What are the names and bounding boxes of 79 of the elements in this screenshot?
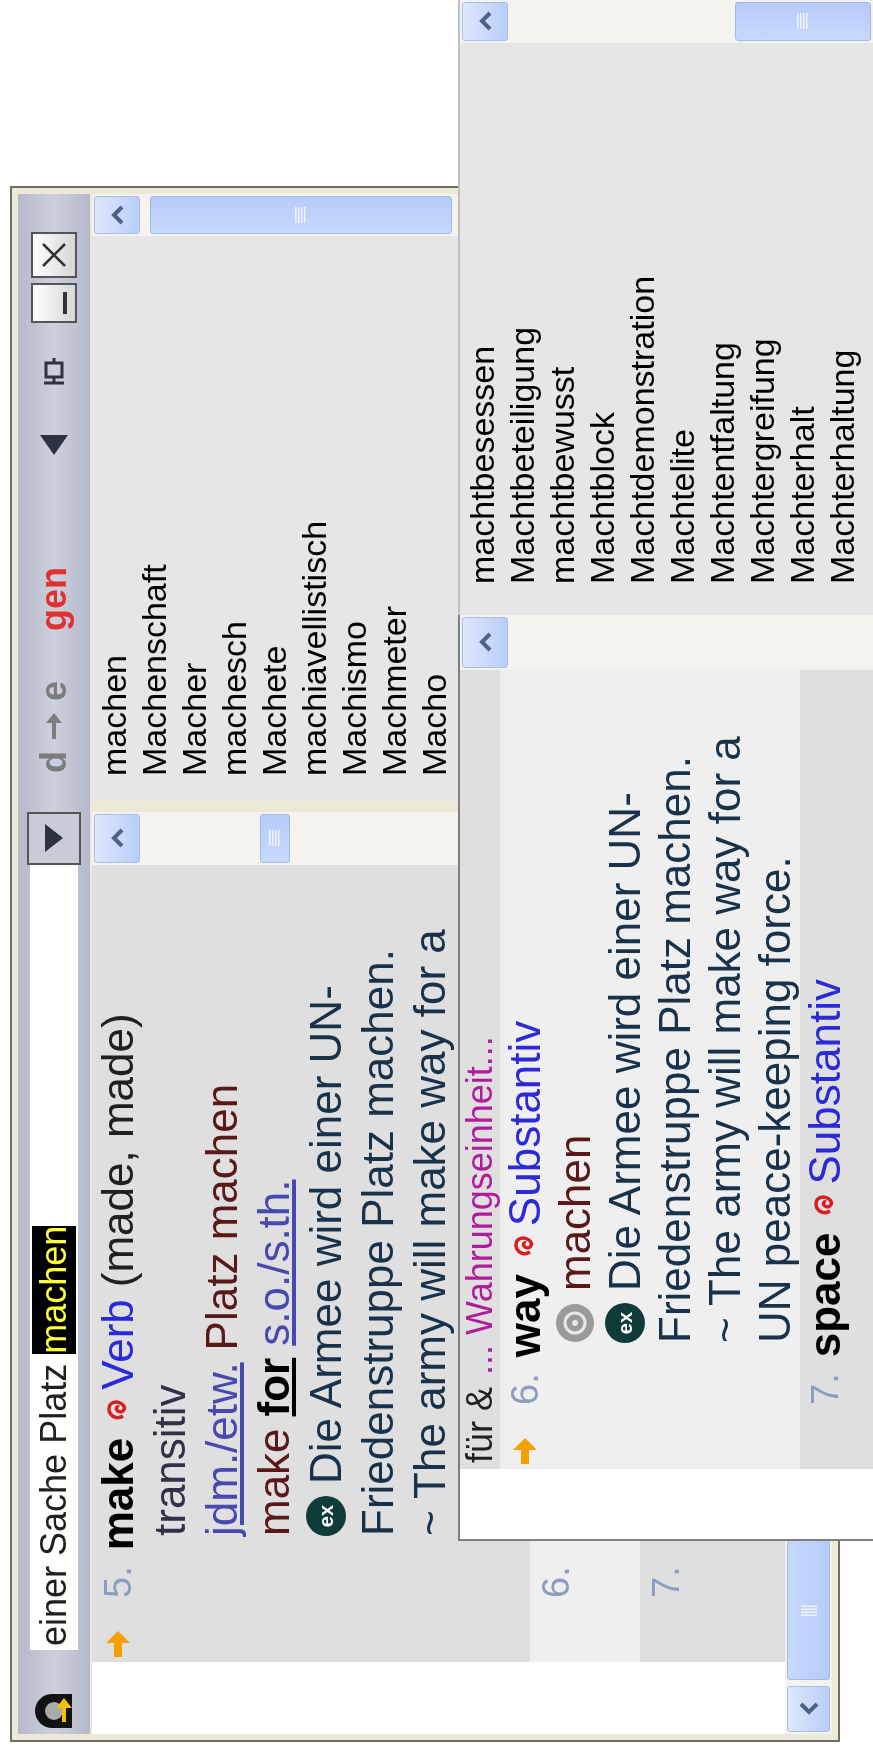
word-list-item[interactable]: Machete <box>254 236 294 776</box>
grip-icon <box>800 1604 817 1616</box>
word-list-item[interactable]: Machenschaft <box>134 236 174 776</box>
word-list-item[interactable]: machen <box>94 236 134 776</box>
search-field[interactable]: einer Sache Platz machen <box>30 865 78 1650</box>
word-list-item[interactable]: Machtentfaltung <box>702 43 742 584</box>
scrollbar[interactable] <box>92 194 458 236</box>
headword: space <box>803 1232 847 1358</box>
minimize-button[interactable] <box>31 282 77 323</box>
text-selection: machen <box>32 1225 76 1354</box>
entry-text: Die Armee wird einer UN- <box>603 792 647 1291</box>
circle-dot-icon <box>555 1303 595 1343</box>
grip-icon <box>269 830 281 847</box>
entry-text: transitiv <box>148 1384 192 1536</box>
scrollbar-thumb[interactable] <box>787 1540 830 1680</box>
example-badge: ex <box>605 1303 645 1343</box>
scroll-arrow-button[interactable] <box>462 2 508 41</box>
scrollbar[interactable] <box>785 1538 832 1734</box>
scroll-arrow-button[interactable] <box>94 196 140 234</box>
entry-number: 7. <box>806 1373 844 1405</box>
entry-text: ~ The army will make way for a <box>408 929 452 1536</box>
word-list-item[interactable]: Machtergreifung <box>742 43 782 584</box>
headword: make <box>96 1437 140 1551</box>
scroll-arrow-button[interactable] <box>462 617 508 668</box>
entry-number: 6. <box>506 1373 544 1405</box>
scrollbar[interactable] <box>460 0 873 43</box>
headword: way <box>503 1274 547 1358</box>
grip-icon <box>295 207 307 223</box>
scrollbar[interactable] <box>92 812 458 865</box>
word-list-item[interactable]: machesch <box>214 236 254 776</box>
grip-icon <box>797 13 809 30</box>
example-badge: ex <box>306 1496 346 1536</box>
entry-text: Friedenstruppe Platz machen. <box>653 756 697 1343</box>
scrollbar-thumb[interactable] <box>260 814 290 863</box>
part-of-speech-link[interactable]: Substantiv <box>503 1020 547 1227</box>
scroll-arrow-button[interactable] <box>787 1686 830 1732</box>
word-list-item[interactable]: machiavellistisch <box>294 236 334 776</box>
entry-text: Friedenstruppe Platz machen. <box>356 949 400 1536</box>
part-of-speech-link[interactable]: Substantiv <box>803 979 847 1185</box>
scrollbar-thumb[interactable] <box>735 2 871 41</box>
entry-text: ... Wahrungseinheit... <box>462 1036 498 1375</box>
word-list-item[interactable]: Machterhalt <box>782 43 822 584</box>
entry-text: machen <box>553 1134 597 1291</box>
word-list-item[interactable]: Machtelite <box>662 43 702 584</box>
dropdown-button[interactable] <box>27 812 81 865</box>
word-list-item[interactable]: Machterhaltung <box>822 43 862 584</box>
word-list-item[interactable]: Machtbeteiligung <box>502 43 542 584</box>
entry-text: Platz machen <box>200 1083 244 1351</box>
word-list-item[interactable]: Machtblock <box>582 43 622 584</box>
language-label: d <box>32 751 75 773</box>
scrollbar-thumb[interactable] <box>150 196 452 234</box>
entry-text: for <box>252 1357 296 1417</box>
close-button[interactable] <box>31 231 77 278</box>
word-list-item[interactable]: machtbewusst <box>542 43 582 584</box>
entry-text: für & <box>462 1386 498 1463</box>
entry-number: 6. <box>537 1566 575 1598</box>
term-link[interactable]: jdm./etw. <box>200 1362 244 1536</box>
word-list-item[interactable]: Machtdemonstration <box>622 43 662 584</box>
entry-number: 5. <box>99 1566 137 1598</box>
part-of-speech-link[interactable]: Verb <box>96 1299 140 1390</box>
result-row[interactable]: 7. space Substantiv <box>800 670 873 1469</box>
verb-forms: (made, made) <box>96 1013 140 1288</box>
scroll-arrow-button[interactable] <box>94 814 140 863</box>
scrollbar[interactable] <box>460 615 873 670</box>
entry-text: Die Armee wird einer UN- <box>304 985 348 1484</box>
entry-text: UN peace-keeping force. <box>753 856 797 1343</box>
language-label: e <box>32 680 75 701</box>
term-link[interactable]: s.o./s.th. <box>252 1179 296 1346</box>
word-list-item[interactable]: Macho <box>414 236 454 776</box>
close-icon <box>41 241 67 268</box>
word-list-item[interactable]: Machmeter <box>374 236 414 776</box>
minimize-icon <box>63 291 67 314</box>
result-row[interactable]: für & ... Wahrungseinheit... <box>460 670 500 1469</box>
entry-text: make <box>252 1428 296 1536</box>
word-list-item[interactable]: Machismo <box>334 236 374 776</box>
word-list-item[interactable]: machtbesessen <box>462 43 502 584</box>
entry-text: ~ The army will make way for a <box>703 736 747 1343</box>
word-list-item[interactable]: Macher <box>174 236 214 776</box>
entry-number: 7. <box>647 1566 685 1598</box>
